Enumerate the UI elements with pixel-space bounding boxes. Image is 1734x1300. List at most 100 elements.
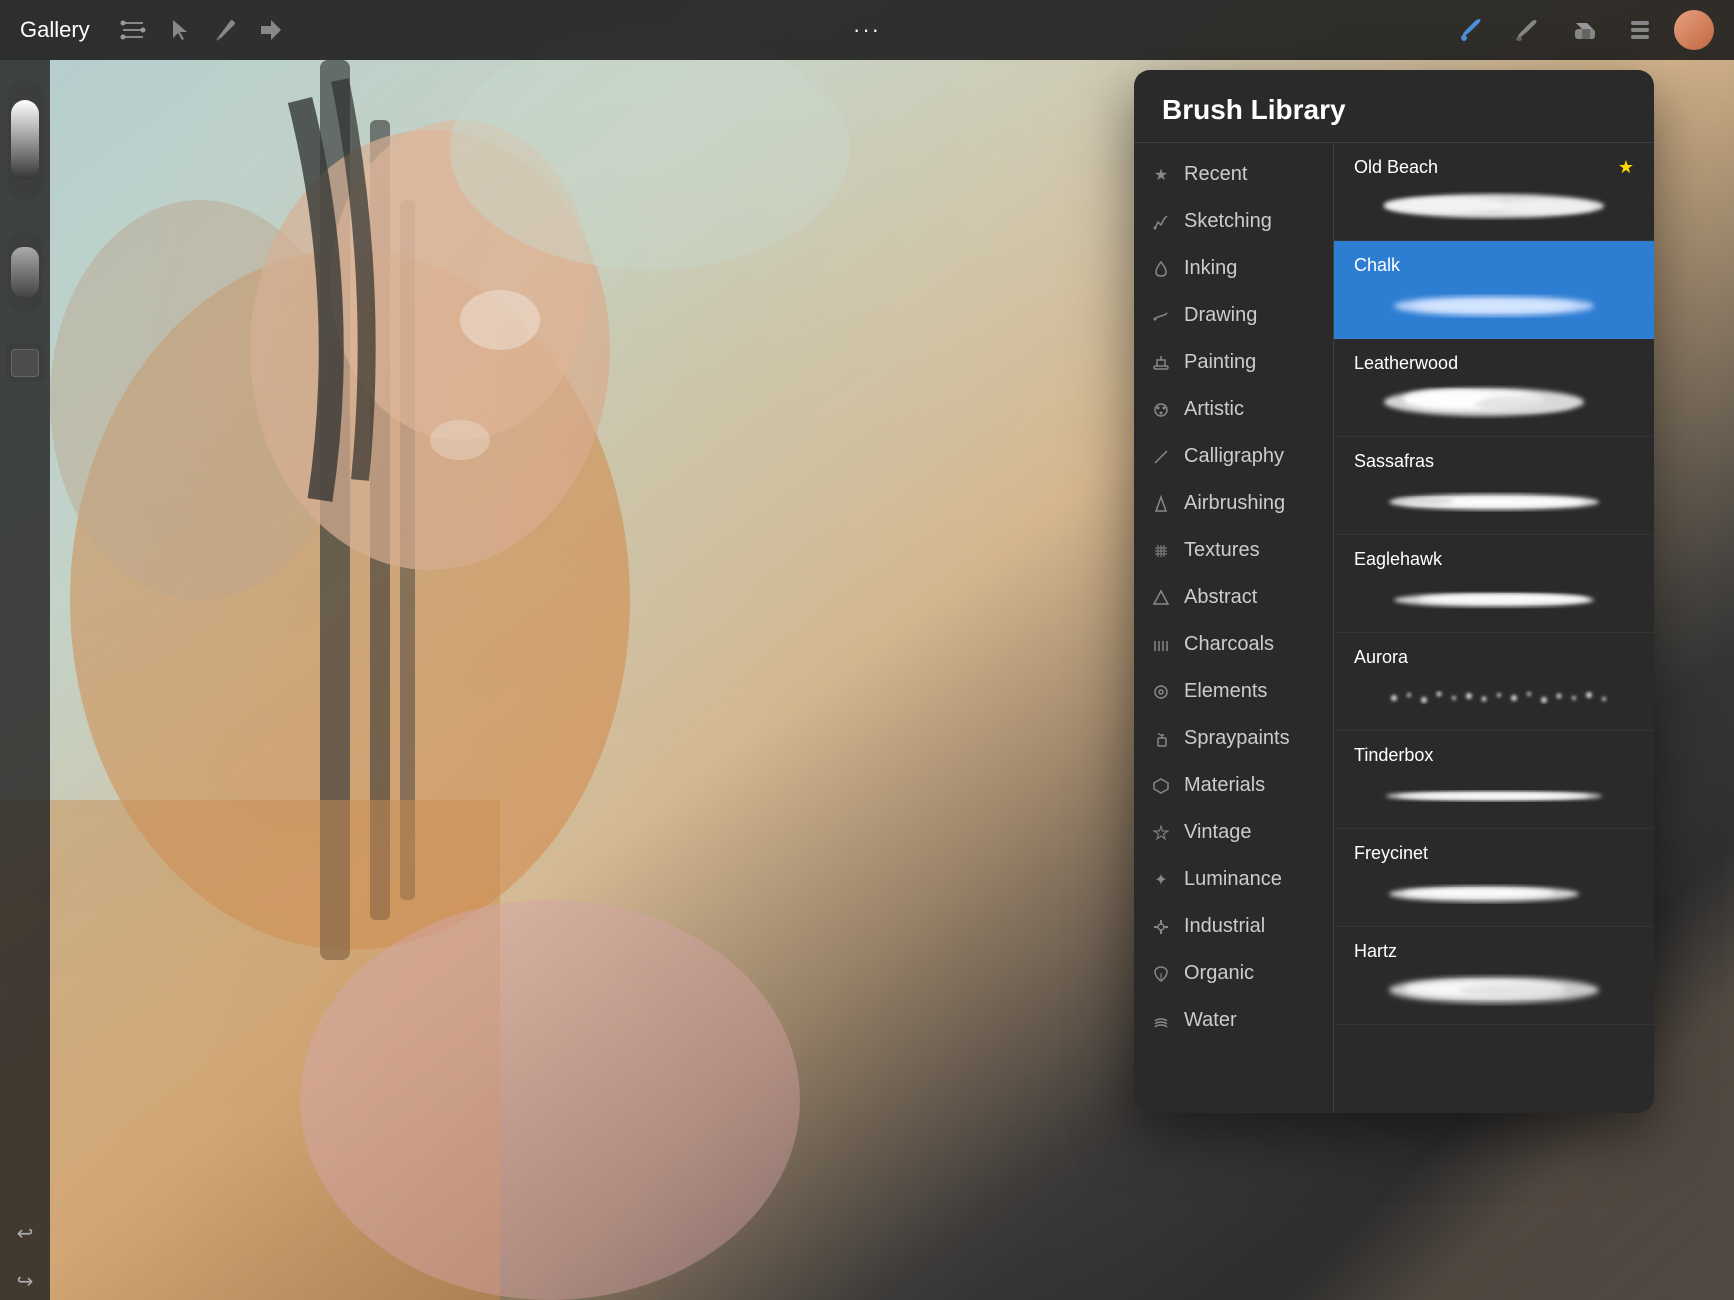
category-materials[interactable]: Materials (1134, 762, 1333, 809)
sassafras-preview (1354, 480, 1634, 520)
brush-chalk[interactable]: Chalk (1334, 241, 1654, 339)
brush-library-header: Brush Library (1134, 70, 1654, 143)
layers-button[interactable] (1618, 8, 1662, 52)
top-toolbar: Gallery ··· (0, 0, 1734, 60)
hartz-preview (1354, 970, 1634, 1010)
category-textures-label: Textures (1184, 539, 1260, 562)
brush-freycinet[interactable]: Freycinet (1334, 829, 1654, 927)
inking-icon (1150, 258, 1172, 280)
category-charcoals-label: Charcoals (1184, 633, 1274, 656)
category-vintage[interactable]: Vintage (1134, 809, 1333, 856)
sketching-icon (1150, 211, 1172, 233)
gallery-button[interactable]: Gallery (20, 17, 90, 43)
sassafras-name: Sassafras (1354, 451, 1634, 472)
category-charcoals[interactable]: Charcoals (1134, 621, 1333, 668)
category-calligraphy-label: Calligraphy (1184, 445, 1284, 468)
more-button[interactable]: ··· (853, 17, 881, 43)
category-spraypaints-label: Spraypaints (1184, 727, 1290, 750)
category-drawing-label: Drawing (1184, 304, 1257, 327)
wrench-icon[interactable] (114, 11, 152, 49)
brightness-slider[interactable] (7, 80, 43, 200)
old-beach-preview (1354, 186, 1634, 226)
smudge-tool-button[interactable] (1506, 8, 1550, 52)
category-luminance[interactable]: ✦ Luminance (1134, 856, 1333, 903)
eraser-tool-button[interactable] (1562, 8, 1606, 52)
category-list: ★ Recent Sketching (1134, 143, 1334, 1113)
category-abstract[interactable]: Abstract (1134, 574, 1333, 621)
vintage-icon (1150, 822, 1172, 844)
color-swatch[interactable] (6, 344, 44, 382)
category-organic[interactable]: Organic (1134, 950, 1333, 997)
category-artistic-label: Artistic (1184, 398, 1244, 421)
category-abstract-label: Abstract (1184, 586, 1257, 609)
category-industrial[interactable]: Industrial (1134, 903, 1333, 950)
organic-icon (1150, 963, 1172, 985)
arrow-icon[interactable] (252, 11, 290, 49)
category-elements-label: Elements (1184, 680, 1267, 703)
drawing-icon (1150, 305, 1172, 327)
cursor-icon[interactable] (160, 11, 198, 49)
tinderbox-preview (1354, 774, 1634, 814)
aurora-name: Aurora (1354, 647, 1634, 668)
leatherwood-preview (1354, 382, 1634, 422)
elements-icon (1150, 681, 1172, 703)
spraypaints-icon (1150, 728, 1172, 750)
category-inking-label: Inking (1184, 257, 1237, 280)
category-spraypaints[interactable]: Spraypaints (1134, 715, 1333, 762)
chalk-name: Chalk (1354, 255, 1634, 276)
brush-leatherwood[interactable]: Leatherwood (1334, 339, 1654, 437)
undo-button[interactable]: ↩ (6, 1214, 44, 1252)
category-recent-label: Recent (1184, 163, 1247, 186)
stylus-icon[interactable] (206, 11, 244, 49)
materials-icon (1150, 775, 1172, 797)
category-sketching[interactable]: Sketching (1134, 198, 1333, 245)
brush-sassafras[interactable]: Sassafras (1334, 437, 1654, 535)
category-elements[interactable]: Elements (1134, 668, 1333, 715)
category-artistic[interactable]: Artistic (1134, 386, 1333, 433)
brush-library-panel: Brush Library ★ Recent Sketching (1134, 70, 1654, 1113)
category-drawing[interactable]: Drawing (1134, 292, 1333, 339)
brush-library-title: Brush Library (1162, 94, 1626, 126)
category-airbrushing[interactable]: Airbrushing (1134, 480, 1333, 527)
category-materials-label: Materials (1184, 774, 1265, 797)
artistic-icon (1150, 399, 1172, 421)
brush-library-body: ★ Recent Sketching (1134, 143, 1654, 1113)
category-airbrushing-label: Airbrushing (1184, 492, 1285, 515)
freycinet-name: Freycinet (1354, 843, 1634, 864)
luminance-icon: ✦ (1150, 869, 1172, 891)
category-painting[interactable]: Painting (1134, 339, 1333, 386)
painting-icon (1150, 352, 1172, 374)
left-sidebar: ↩ ↪ (0, 60, 50, 1300)
category-painting-label: Painting (1184, 351, 1256, 374)
brush-tinderbox[interactable]: Tinderbox (1334, 731, 1654, 829)
eaglehawk-name: Eaglehawk (1354, 549, 1634, 570)
category-vintage-label: Vintage (1184, 821, 1251, 844)
calligraphy-icon (1150, 446, 1172, 468)
old-beach-star[interactable]: ★ (1618, 157, 1634, 178)
water-icon (1150, 1010, 1172, 1032)
redo-button[interactable]: ↪ (6, 1262, 44, 1300)
brush-eaglehawk[interactable]: Eaglehawk (1334, 535, 1654, 633)
airbrushing-icon (1150, 493, 1172, 515)
aurora-preview (1354, 676, 1634, 716)
category-textures[interactable]: Textures (1134, 527, 1333, 574)
brush-tool-button[interactable] (1450, 8, 1494, 52)
freycinet-preview (1354, 872, 1634, 912)
category-inking[interactable]: Inking (1134, 245, 1333, 292)
opacity-slider[interactable] (7, 232, 43, 312)
industrial-icon (1150, 916, 1172, 938)
category-organic-label: Organic (1184, 962, 1254, 985)
old-beach-name: Old Beach (1354, 157, 1634, 178)
charcoals-icon (1150, 634, 1172, 656)
category-water[interactable]: Water (1134, 997, 1333, 1044)
user-avatar[interactable] (1674, 10, 1714, 50)
textures-icon (1150, 540, 1172, 562)
category-calligraphy[interactable]: Calligraphy (1134, 433, 1333, 480)
brush-aurora[interactable]: Aurora (1334, 633, 1654, 731)
brush-list: ★ Old Beach Chalk (1334, 143, 1654, 1113)
eaglehawk-preview (1354, 578, 1634, 618)
brush-old-beach[interactable]: ★ Old Beach (1334, 143, 1654, 241)
brush-hartz[interactable]: Hartz (1334, 927, 1654, 1025)
category-industrial-label: Industrial (1184, 915, 1265, 938)
category-recent[interactable]: ★ Recent (1134, 151, 1333, 198)
